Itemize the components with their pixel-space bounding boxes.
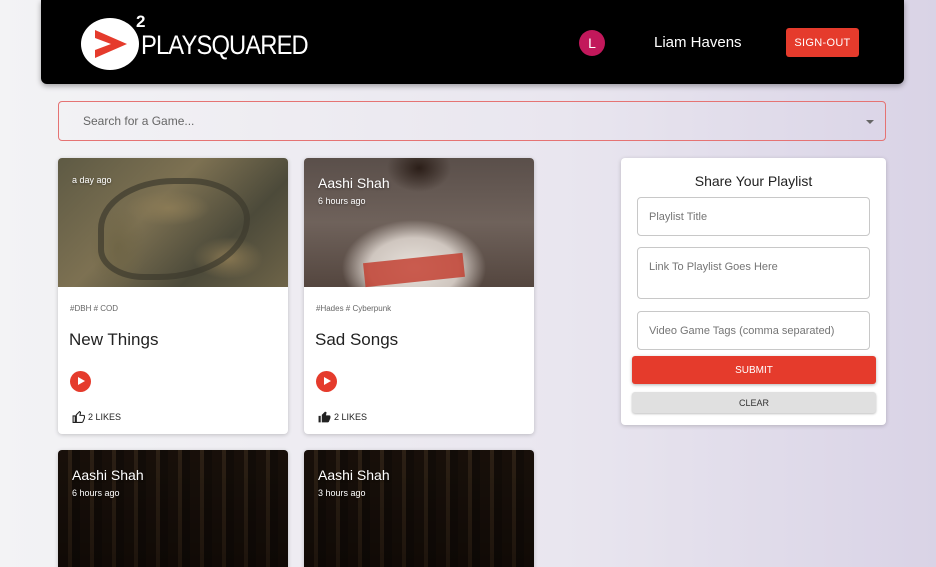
user-name: Liam Havens: [654, 34, 742, 51]
search-input[interactable]: [83, 114, 843, 128]
playlist-card[interactable]: a day ago #DBH # COD New Things 2 LIKES: [58, 158, 288, 434]
play-icon[interactable]: [316, 371, 337, 392]
card-time: a day ago: [72, 175, 112, 185]
thumb-up-filled-icon: [318, 411, 331, 423]
playlist-card[interactable]: Aashi Shah 6 hours ago: [58, 450, 288, 567]
logo-text[interactable]: PLAYSQUARED: [141, 30, 309, 61]
playlist-link-input[interactable]: [637, 247, 870, 299]
like-button[interactable]: 2 LIKES: [318, 411, 367, 423]
like-button[interactable]: 2 LIKES: [72, 411, 121, 423]
likes-count: 2 LIKES: [334, 412, 368, 422]
game-search-select[interactable]: [58, 101, 886, 141]
play-icon[interactable]: [70, 371, 91, 392]
card-title: New Things: [69, 330, 159, 349]
playlist-card[interactable]: Aashi Shah 6 hours ago #Hades # Cyberpun…: [304, 158, 534, 434]
avatar[interactable]: L: [579, 30, 605, 56]
thumb-up-outline-icon: [72, 411, 85, 423]
share-playlist-form: Share Your Playlist SUBMIT CLEAR: [621, 158, 886, 425]
dropdown-caret-icon[interactable]: [866, 120, 874, 124]
logo-icon[interactable]: [81, 18, 139, 70]
navbar: 2 PLAYSQUARED L Liam Havens SIGN-OUT: [41, 0, 904, 84]
card-author: Aashi Shah: [72, 467, 144, 483]
card-time: 6 hours ago: [318, 196, 366, 206]
card-time: 6 hours ago: [72, 488, 120, 498]
logo-superscript: 2: [136, 12, 146, 31]
game-tags-input[interactable]: [637, 311, 870, 350]
likes-count: 2 LIKES: [88, 412, 122, 422]
playlist-title-input[interactable]: [637, 197, 870, 236]
card-time: 3 hours ago: [318, 488, 366, 498]
card-tags: #DBH # COD: [70, 304, 119, 313]
playlist-card[interactable]: Aashi Shah 3 hours ago: [304, 450, 534, 567]
clear-button[interactable]: CLEAR: [632, 392, 876, 413]
share-title: Share Your Playlist: [694, 173, 813, 189]
card-title: Sad Songs: [315, 330, 399, 349]
card-tags: #Hades # Cyberpunk: [316, 304, 392, 313]
card-author: Aashi Shah: [318, 467, 390, 483]
card-author: Aashi Shah: [318, 175, 390, 191]
signout-button[interactable]: SIGN-OUT: [786, 28, 859, 57]
submit-button[interactable]: SUBMIT: [632, 356, 876, 384]
